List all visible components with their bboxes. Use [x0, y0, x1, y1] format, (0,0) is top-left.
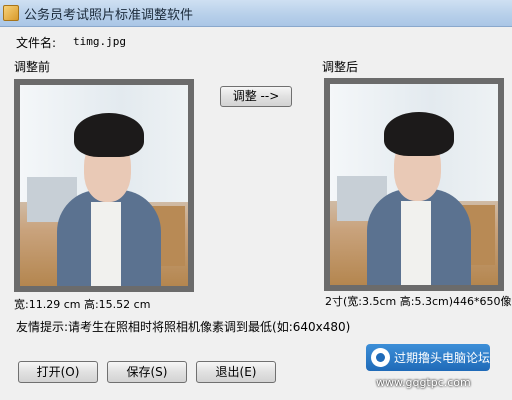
file-name-value: timg.jpg	[73, 35, 126, 48]
watermark-logo: 过期撸头电脑论坛	[366, 344, 490, 371]
app-icon	[3, 5, 19, 21]
watermark-url: www.gqgtpc.com	[376, 376, 471, 389]
adjust-button[interactable]: 调整 -->	[220, 86, 292, 107]
before-photo	[20, 85, 188, 286]
after-photo	[330, 84, 498, 285]
before-label: 调整前	[14, 60, 51, 74]
watermark-text: 过期撸头电脑论坛	[394, 351, 491, 365]
tip-text: 友情提示:请考生在照相时将照相机像素调到最低(如:640x480)	[16, 320, 351, 334]
before-photo-frame	[14, 79, 194, 292]
after-photo-frame	[324, 78, 504, 291]
title-bar[interactable]: 公务员考试照片标准调整软件	[0, 0, 512, 27]
after-size-text: 2寸(宽:3.5cm 高:5.3cm)446*650像	[325, 295, 512, 308]
after-label: 调整后	[322, 60, 359, 74]
window-title: 公务员考试照片标准调整软件	[24, 8, 194, 23]
open-button[interactable]: 打开(O)	[18, 361, 98, 383]
save-button[interactable]: 保存(S)	[107, 361, 187, 383]
exit-button[interactable]: 退出(E)	[196, 361, 276, 383]
file-name-label: 文件名:	[16, 36, 57, 50]
watermark-icon	[371, 348, 390, 367]
before-size-text: 宽:11.29 cm 高:15.52 cm	[14, 298, 151, 311]
